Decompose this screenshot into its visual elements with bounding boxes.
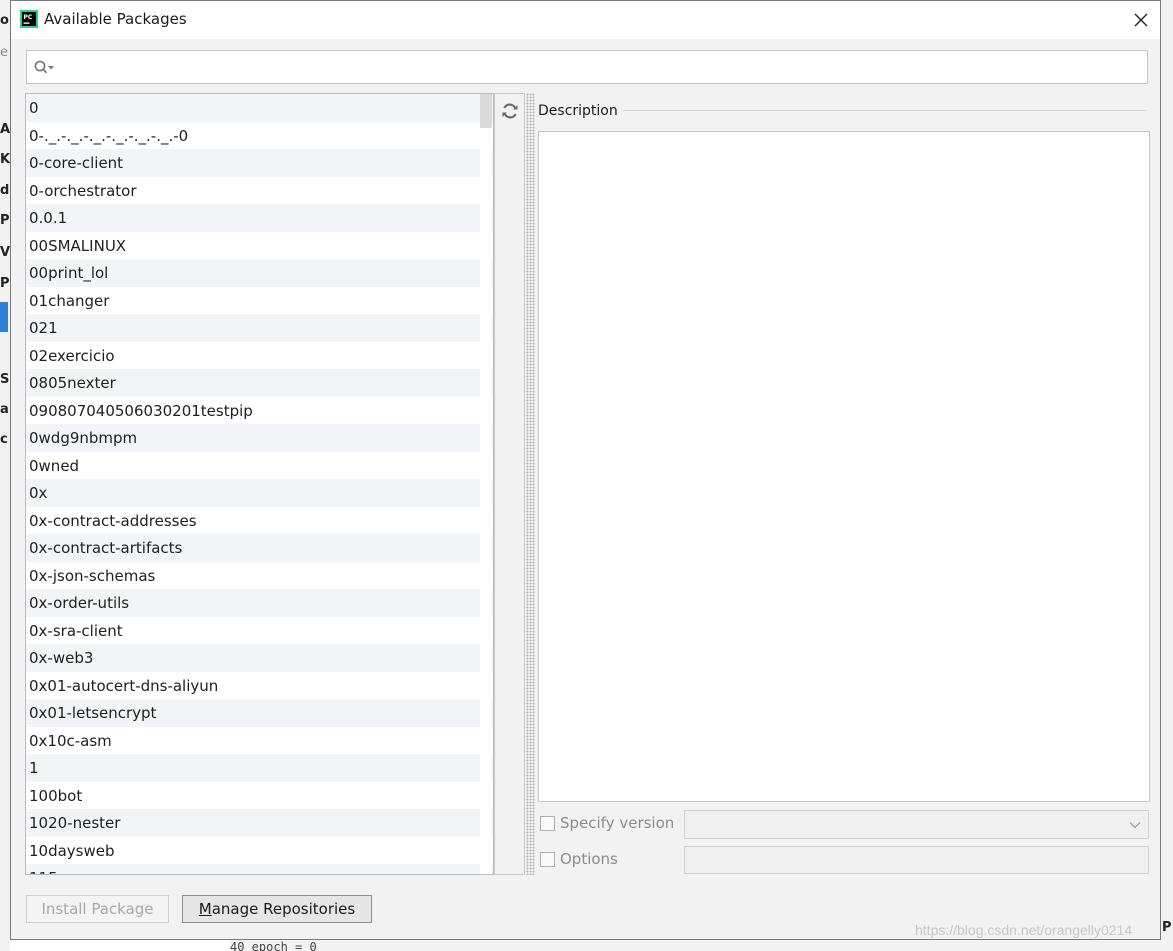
available-packages-dialog: PC Available Packages 0 0-._.-._.-._.-._.…: [10, 0, 1161, 940]
package-list-item[interactable]: 0x-web3: [26, 644, 493, 672]
watermark: https://blog.csdn.net/orangelly0214: [915, 922, 1133, 938]
package-list-item[interactable]: 0-._.-._.-._.-._.-._.-._.-0: [26, 121, 493, 149]
package-list-item[interactable]: 100bot: [26, 781, 493, 809]
specify-version-checkbox[interactable]: [540, 816, 555, 831]
refresh-icon[interactable]: [500, 101, 520, 121]
specify-version-label: Specify version: [560, 814, 675, 832]
manage-repositories-button[interactable]: Manage Repositories: [182, 895, 372, 923]
package-list[interactable]: 0 0-._.-._.-._.-._.-._.-._.-0 0-core-clien…: [25, 93, 494, 875]
close-icon[interactable]: [1126, 5, 1156, 35]
package-list-item[interactable]: 0-orchestrator: [26, 176, 493, 204]
search-input[interactable]: [61, 55, 1135, 81]
package-list-item[interactable]: 0x01-letsencrypt: [26, 699, 493, 727]
description-separator: [623, 110, 1146, 111]
package-list-item[interactable]: 0x10c-asm: [26, 726, 493, 754]
background-text: P: [1162, 920, 1172, 935]
background-editor-left: o e A K d P V P S a c: [0, 0, 10, 951]
package-list-item[interactable]: 0x-contract-artifacts: [26, 534, 493, 562]
package-list-item[interactable]: 0x-order-utils: [26, 589, 493, 617]
svg-text:PC: PC: [24, 14, 33, 21]
background-text: o: [0, 13, 9, 28]
background-selection-bar: [0, 302, 8, 332]
package-list-item[interactable]: 0x01-autocert-dns-aliyun: [26, 671, 493, 699]
dialog-title: Available Packages: [44, 10, 187, 28]
background-text: K: [0, 152, 10, 167]
background-text: S: [0, 372, 10, 387]
title-bar: PC Available Packages: [11, 1, 1160, 39]
background-text: e: [0, 45, 8, 60]
package-list-item[interactable]: 10daysweb: [26, 836, 493, 864]
version-select[interactable]: [684, 810, 1149, 839]
package-list-item[interactable]: 02exercicio: [26, 341, 493, 369]
background-editor-right: P: [1161, 0, 1173, 951]
manage-repositories-label: Manage Repositories: [198, 900, 356, 918]
options-label: Options: [560, 850, 618, 868]
options-field[interactable]: [684, 846, 1149, 874]
search-icon[interactable]: [33, 59, 55, 77]
background-text: V: [0, 245, 10, 260]
scrollbar-thumb[interactable]: [480, 94, 492, 128]
search-field[interactable]: [26, 50, 1148, 84]
package-list-item[interactable]: 0x: [26, 479, 493, 507]
package-list-item[interactable]: 0-core-client: [26, 149, 493, 177]
background-text: a: [0, 402, 9, 417]
install-package-button[interactable]: Install Package: [26, 895, 169, 923]
pane-splitter[interactable]: [526, 93, 535, 875]
background-text: P: [0, 213, 10, 228]
package-list-item[interactable]: 090807040506030201testpip: [26, 396, 493, 424]
background-code-line: 40 epoch = 0: [230, 940, 1170, 951]
package-list-item[interactable]: 0: [26, 94, 493, 122]
package-list-item[interactable]: 0x-sra-client: [26, 616, 493, 644]
package-list-item[interactable]: 0wdg9nbmpm: [26, 424, 493, 452]
background-text: A: [0, 122, 10, 137]
package-list-item[interactable]: 0.0.1: [26, 204, 493, 232]
package-list-item[interactable]: 00SMALINUX: [26, 231, 493, 259]
package-list-item[interactable]: 1: [26, 754, 493, 782]
list-toolbar: [494, 93, 525, 875]
package-list-item[interactable]: 021: [26, 314, 493, 342]
chevron-down-icon: [1129, 822, 1141, 829]
package-list-item[interactable]: 0wned: [26, 451, 493, 479]
pycharm-icon: PC: [20, 10, 38, 28]
package-list-item[interactable]: 0x-contract-addresses: [26, 506, 493, 534]
options-checkbox[interactable]: [540, 852, 555, 867]
package-list-item[interactable]: 0x-json-schemas: [26, 561, 493, 589]
background-text: c: [0, 432, 8, 447]
package-list-item[interactable]: 01changer: [26, 286, 493, 314]
package-list-item[interactable]: 0805nexter: [26, 369, 493, 397]
background-text: d: [0, 183, 10, 198]
package-list-item[interactable]: 115: [26, 864, 493, 874]
package-list-scrollbar[interactable]: [480, 94, 492, 874]
package-list-item[interactable]: 00print_lol: [26, 259, 493, 287]
description-panel: [538, 131, 1150, 802]
background-text: P: [0, 276, 10, 291]
package-list-item[interactable]: 1020-nester: [26, 809, 493, 837]
description-label: Description: [538, 103, 618, 119]
